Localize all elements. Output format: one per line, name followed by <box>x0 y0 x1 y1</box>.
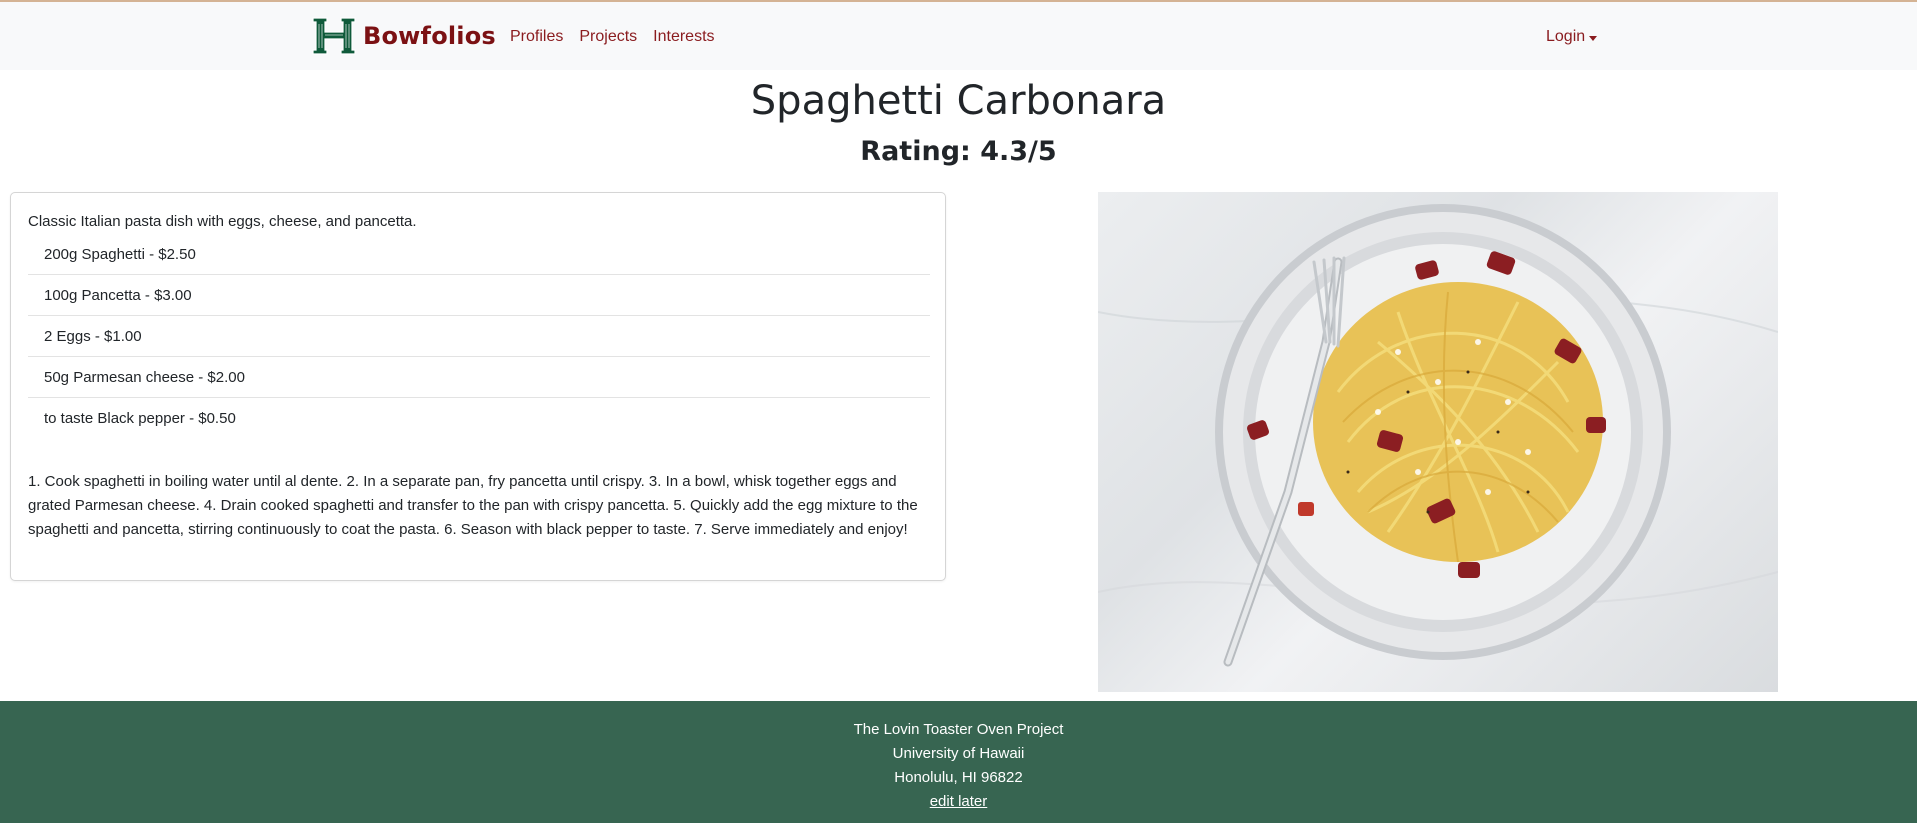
caret-down-icon <box>1589 35 1598 41</box>
recipe-rating: Rating: 4.3/5 <box>860 136 1057 167</box>
brand-link[interactable]: Bowfolios <box>311 16 496 56</box>
login-label: Login <box>1546 28 1586 45</box>
footer-address: Honolulu, HI 96822 <box>894 769 1023 786</box>
recipe-card: Classic Italian pasta dish with eggs, ch… <box>10 192 946 581</box>
login-dropdown[interactable]: Login <box>1546 28 1598 46</box>
ingredient-item: 50g Parmesan cheese - $2.00 <box>28 357 930 398</box>
uh-h-logo-icon <box>312 17 356 55</box>
footer-edit-link[interactable]: edit later <box>930 793 988 810</box>
nav-profiles-link[interactable]: Profiles <box>510 28 563 46</box>
brand-name: Bowfolios <box>363 22 496 50</box>
ingredient-item: 2 Eggs - $1.00 <box>28 316 930 357</box>
footer-university: University of Hawaii <box>892 745 1025 762</box>
recipe-image <box>1098 192 1778 692</box>
ingredient-item: 100g Pancetta - $3.00 <box>28 275 930 316</box>
footer-project-name: The Lovin Toaster Oven Project <box>853 721 1064 738</box>
recipe-instructions: 1. Cook spaghetti in boiling water until… <box>28 473 918 538</box>
navbar: Bowfolios Profiles Projects Interests Lo… <box>0 0 1917 70</box>
recipe-description: Classic Italian pasta dish with eggs, ch… <box>28 213 417 230</box>
recipe-title: Spaghetti Carbonara <box>750 78 1167 124</box>
nav-interests-link[interactable]: Interests <box>653 28 714 46</box>
ingredient-list: 200g Spaghetti - $2.50 100g Pancetta - $… <box>28 234 930 439</box>
ingredient-item: to taste Black pepper - $0.50 <box>44 410 236 427</box>
spaghetti-photo-illustration <box>1098 204 1778 667</box>
footer: The Lovin Toaster Oven Project Universit… <box>0 701 1917 823</box>
nav-projects-link[interactable]: Projects <box>579 28 637 46</box>
nav-links: Profiles Projects Interests <box>510 28 731 46</box>
ingredient-item: 200g Spaghetti - $2.50 <box>28 234 930 275</box>
